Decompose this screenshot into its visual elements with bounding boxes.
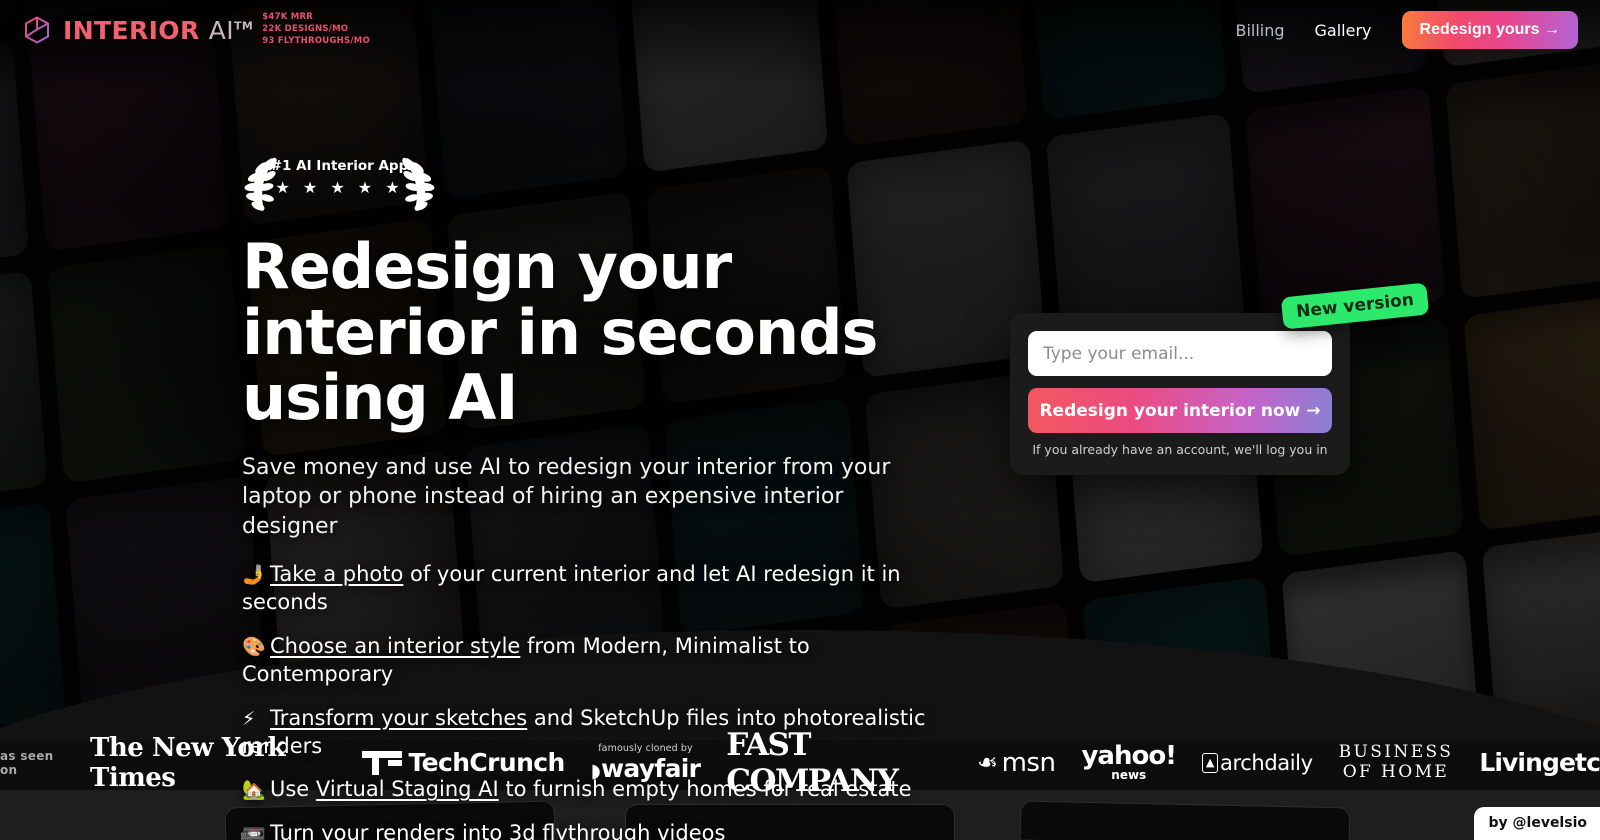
signup-card: Redesign your interior now → If you alre… bbox=[1010, 313, 1350, 475]
press-logo-bar: as seen on The New York Times TechCrunch… bbox=[0, 727, 1600, 799]
msn-label: msn bbox=[1001, 747, 1056, 778]
signup-fineprint: If you already have an account, we'll lo… bbox=[1032, 442, 1328, 457]
cube-icon bbox=[22, 15, 52, 45]
press-logo-yahoo: yahoo! news bbox=[1081, 740, 1177, 782]
lightning-icon: ⚡ bbox=[242, 707, 256, 730]
videocassette-icon: 📼 bbox=[242, 823, 266, 840]
brand-name-primary: INTERIOR bbox=[63, 15, 200, 45]
brand-stats: $47K MRR 22K DESIGNS/MO 93 FLYTHROUGHS/M… bbox=[262, 12, 370, 47]
selfie-icon: 🤳 bbox=[242, 563, 266, 586]
wayfair-kicker: famously cloned by bbox=[598, 743, 693, 755]
page-title: Redesign your interior in seconds using … bbox=[242, 230, 878, 435]
boh-line-2: OF HOME bbox=[1342, 761, 1450, 782]
press-logo-techcrunch: TechCrunch bbox=[361, 748, 566, 777]
yahoo-label: yahoo! bbox=[1081, 740, 1177, 771]
nav-billing[interactable]: Billing bbox=[1235, 21, 1284, 40]
feature-link[interactable]: Transform your sketches bbox=[270, 706, 527, 730]
brand-wordmark: INTERIOR AITM bbox=[63, 18, 253, 43]
msn-butterfly-icon: ❧ bbox=[976, 748, 998, 777]
new-version-badge: New version bbox=[1280, 282, 1430, 330]
lower-card-3[interactable] bbox=[1019, 800, 1351, 840]
feature-link[interactable]: Take a photo bbox=[270, 562, 403, 586]
yahoo-news-label: news bbox=[1111, 767, 1147, 782]
email-input[interactable] bbox=[1028, 331, 1332, 376]
as-seen-on-label: as seen on bbox=[0, 748, 54, 777]
press-logo-nyt: The New York Times bbox=[90, 732, 285, 793]
award-star-rating: ★ ★ ★ ★ ★ bbox=[275, 178, 404, 197]
stat-flythroughs: 93 FLYTHROUGHS/MO bbox=[262, 35, 370, 46]
feature-link[interactable]: Choose an interior style bbox=[270, 634, 520, 658]
boh-line-1: BUSINESS bbox=[1338, 742, 1454, 763]
feature-item: 🤳 Take a photo of your current interior a… bbox=[242, 561, 942, 617]
nav-gallery[interactable]: Gallery bbox=[1315, 21, 1372, 40]
press-logo-livingetc: Livingetc bbox=[1479, 748, 1600, 777]
hero-subtitle: Save money and use AI to redesign your i… bbox=[242, 455, 891, 539]
archdaily-mark-icon: ▲ bbox=[1202, 752, 1219, 773]
feature-text: into 3d flythrough videos bbox=[455, 821, 726, 840]
techcrunch-mark-icon bbox=[361, 750, 402, 775]
feature-item: 📼 Turn your renders into 3d flythrough vi… bbox=[242, 820, 942, 840]
stat-designs: 22K DESIGNS/MO bbox=[262, 24, 349, 35]
hero-section: #1 AI Interior App ★ ★ ★ ★ ★ Redesign yo… bbox=[0, 0, 1600, 840]
primary-nav: Billing Gallery Redesign yours → bbox=[1235, 11, 1578, 49]
stat-mrr: $47K MRR bbox=[262, 12, 314, 23]
made-by-credit[interactable]: by @levelsio bbox=[1473, 807, 1600, 840]
feature-item: 🎨 Choose an interior style from Modern, M… bbox=[242, 633, 942, 689]
award-title: #1 AI Interior App bbox=[270, 158, 409, 174]
press-logo-fastcompany: FAST COMPANY bbox=[726, 726, 899, 799]
palette-icon: 🎨 bbox=[242, 635, 266, 658]
press-logo-msn: ❧ msn bbox=[977, 748, 1056, 778]
top-navigation-bar: INTERIOR AITM $47K MRR 22K DESIGNS/MO 93… bbox=[0, 0, 1600, 60]
redesign-yours-button[interactable]: Redesign yours → bbox=[1401, 11, 1578, 49]
archdaily-label: archdaily bbox=[1220, 750, 1313, 775]
press-logo-archdaily: ▲ archdaily bbox=[1202, 751, 1313, 775]
trademark-symbol: TM bbox=[234, 19, 254, 33]
redesign-now-button[interactable]: Redesign your interior now → bbox=[1028, 388, 1332, 433]
wayfair-label: wayfair bbox=[591, 756, 701, 781]
press-logo-wayfair: famously cloned by wayfair bbox=[591, 744, 701, 781]
brand-logo[interactable]: INTERIOR AITM bbox=[22, 15, 253, 45]
brand-name-secondary: AI bbox=[208, 15, 235, 45]
press-logo-businessofhome: BUSINESS OF HOME bbox=[1339, 743, 1454, 781]
award-badge: #1 AI Interior App ★ ★ ★ ★ ★ bbox=[242, 150, 437, 218]
feature-link[interactable]: Turn your renders bbox=[270, 821, 455, 840]
techcrunch-label: TechCrunch bbox=[408, 748, 566, 777]
